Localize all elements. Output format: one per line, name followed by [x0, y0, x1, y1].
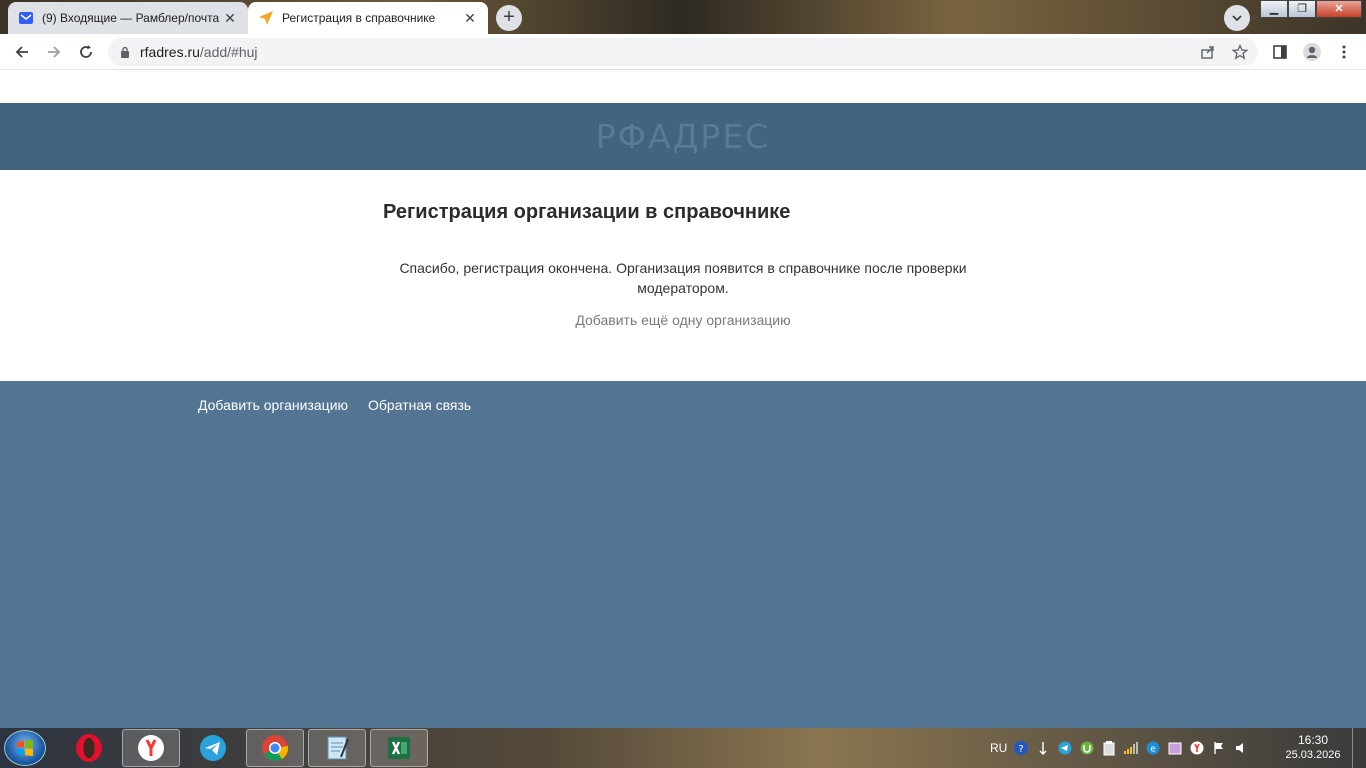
footer-feedback-link[interactable]: Обратная связь	[368, 397, 471, 413]
minimize-button[interactable]: ▁	[1260, 0, 1288, 18]
mail-icon	[18, 10, 34, 26]
address-bar[interactable]: rfadres.ru/add/#huj	[108, 38, 1258, 66]
navigation-arrow-icon	[258, 10, 274, 26]
main-content: Регистрация организации в справочнике Сп…	[0, 170, 1366, 381]
calendar-icon[interactable]	[1167, 740, 1183, 756]
yandex-tray-icon[interactable]	[1189, 740, 1205, 756]
maximize-button[interactable]: ❐	[1288, 0, 1316, 18]
arrow-right-icon	[48, 46, 61, 58]
close-icon[interactable]: ✕	[222, 10, 238, 26]
show-desktop-button[interactable]	[1352, 728, 1366, 768]
page-top-spacer	[0, 70, 1366, 103]
svg-text:e: e	[1151, 745, 1157, 755]
help-icon[interactable]: ?	[1013, 740, 1029, 756]
reload-icon	[80, 45, 92, 58]
share-button[interactable]	[1194, 38, 1222, 66]
windows-taskbar: RU ? e 16:30 25.03.2026	[0, 728, 1366, 768]
url-host: rfadres.ru	[140, 44, 200, 60]
star-icon	[1232, 44, 1248, 60]
side-panel-icon	[1273, 45, 1287, 59]
add-another-organization-link[interactable]: Добавить ещё одну организацию	[383, 312, 983, 328]
network-icon[interactable]	[1035, 740, 1051, 756]
page-title: Регистрация организации в справочнике	[383, 201, 791, 223]
edge-icon[interactable]: e	[1145, 740, 1161, 756]
url-path: /add/#huj	[199, 44, 258, 60]
clipboard-icon[interactable]	[1101, 740, 1117, 756]
system-tray: RU ? e	[990, 728, 1249, 768]
excel-icon[interactable]	[370, 729, 428, 767]
opera-icon[interactable]	[60, 729, 118, 767]
bookmark-button[interactable]	[1226, 38, 1254, 66]
window-controls: ▁ ❐ ✕	[1260, 0, 1362, 18]
signal-bars-icon[interactable]	[1123, 740, 1139, 756]
side-panel-button[interactable]	[1266, 38, 1294, 66]
new-tab-button[interactable]: +	[496, 5, 522, 31]
clock-date: 25.03.2026	[1285, 749, 1341, 761]
menu-button[interactable]	[1330, 38, 1358, 66]
profile-button[interactable]	[1298, 38, 1326, 66]
notepad-icon[interactable]	[308, 729, 366, 767]
tab-search-button[interactable]	[1224, 5, 1250, 31]
chevron-down-icon	[1232, 15, 1242, 22]
tab-mail[interactable]: (9) Входящие — Рамблер/почта ✕	[8, 2, 248, 34]
window-close-button[interactable]: ✕	[1316, 0, 1362, 18]
forward-button[interactable]	[40, 38, 68, 66]
clock-time: 16:30	[1297, 733, 1329, 747]
footer-links: Добавить организацию Обратная связь	[198, 397, 471, 413]
telegram-tray-icon[interactable]	[1057, 740, 1073, 756]
svg-text:?: ?	[1019, 744, 1024, 755]
chrome-icon[interactable]	[246, 729, 304, 767]
kebab-menu-icon	[1342, 45, 1346, 59]
back-button[interactable]	[8, 38, 36, 66]
site-logo[interactable]: РФАДРЕС	[596, 117, 770, 156]
clock[interactable]: 16:30 25.03.2026	[1280, 733, 1346, 763]
lock-icon	[120, 46, 130, 58]
start-button[interactable]	[4, 730, 46, 766]
tab-title: (9) Входящие — Рамблер/почта	[42, 11, 220, 25]
language-indicator[interactable]: RU	[990, 741, 1007, 755]
tab-strip: (9) Входящие — Рамблер/почта ✕ Регистрац…	[0, 0, 1366, 34]
reload-button[interactable]	[72, 38, 100, 66]
yandex-browser-icon[interactable]	[122, 729, 180, 767]
arrow-left-icon	[15, 46, 28, 58]
avatar-icon	[1303, 43, 1321, 61]
share-icon	[1201, 46, 1214, 59]
utorrent-icon[interactable]	[1079, 740, 1095, 756]
browser-toolbar: rfadres.ru/add/#huj	[0, 34, 1366, 70]
tab-registration[interactable]: Регистрация в справочнике ✕	[248, 2, 488, 34]
footer-add-organization-link[interactable]: Добавить организацию	[198, 397, 348, 413]
close-icon[interactable]: ✕	[462, 10, 478, 26]
windows-logo-icon	[17, 740, 33, 756]
telegram-icon[interactable]	[184, 729, 242, 767]
flag-icon[interactable]	[1211, 740, 1227, 756]
tab-title: Регистрация в справочнике	[282, 11, 436, 25]
site-header: РФАДРЕС	[0, 103, 1366, 170]
volume-icon[interactable]	[1233, 740, 1249, 756]
success-message: Спасибо, регистрация окончена. Организац…	[399, 260, 967, 296]
